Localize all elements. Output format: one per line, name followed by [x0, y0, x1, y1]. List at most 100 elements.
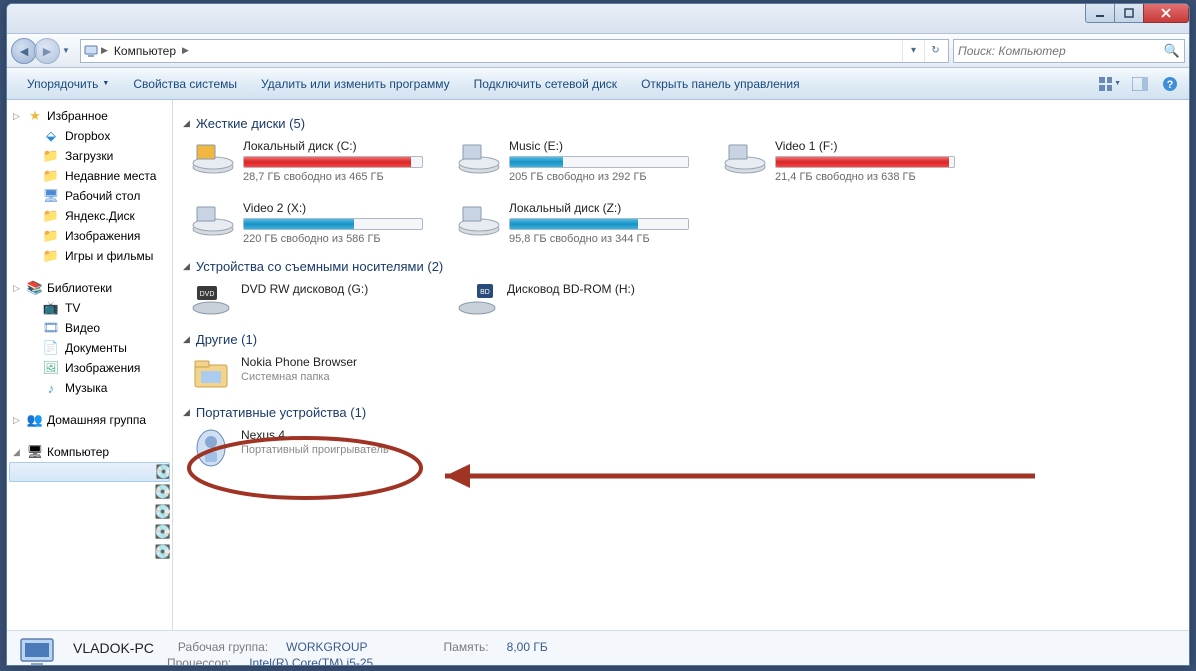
- svg-text:?: ?: [1167, 79, 1174, 91]
- drive-icon: 💽: [44, 464, 170, 480]
- breadcrumb-computer[interactable]: Компьютер: [110, 44, 180, 58]
- drive-item[interactable]: Video 1 (F:) 21,4 ГБ свободно из 638 ГБ: [723, 139, 963, 183]
- drive-free-text: 205 ГБ свободно из 292 ГБ: [509, 171, 697, 183]
- dvd-icon: DVD: [191, 282, 231, 318]
- svg-text:BD: BD: [480, 289, 490, 296]
- sidebar-item-docs[interactable]: 📄Документы: [7, 338, 172, 358]
- sidebar-item-pictures[interactable]: 🖼Изображения: [7, 358, 172, 378]
- folder-icon: 📁: [43, 228, 59, 244]
- bd-icon: BD: [457, 282, 497, 318]
- hdd-icon: [457, 201, 501, 237]
- desktop-icon: 🖥: [43, 188, 59, 204]
- drive-item[interactable]: Video 2 (X:) 220 ГБ свободно из 586 ГБ: [191, 201, 431, 245]
- system-props-button[interactable]: Свойства системы: [121, 77, 249, 91]
- sidebar[interactable]: ▷★Избранное ⬙Dropbox 📁Загрузки 📁Недавние…: [7, 100, 173, 630]
- maximize-button[interactable]: [1114, 3, 1144, 23]
- drive-item[interactable]: Music (E:) 205 ГБ свободно из 292 ГБ: [457, 139, 697, 183]
- drive-icon: 💽: [43, 524, 172, 540]
- drive-name: Локальный диск (C:): [243, 139, 431, 153]
- drive-capacity-bar: [775, 156, 955, 168]
- folder-icon: 📁: [43, 148, 59, 164]
- forward-button[interactable]: ►: [34, 38, 60, 64]
- minimize-button[interactable]: [1085, 3, 1115, 23]
- drive-name: Локальный диск (Z:): [509, 201, 697, 215]
- uninstall-button[interactable]: Удалить или изменить программу: [249, 77, 462, 91]
- control-panel-button[interactable]: Открыть панель управления: [629, 77, 812, 91]
- drive-capacity-bar: [509, 156, 689, 168]
- library-icon: 📚: [27, 280, 43, 296]
- video-icon: 🎞: [43, 320, 59, 336]
- preview-pane-button[interactable]: [1129, 73, 1151, 95]
- sidebar-item-recent[interactable]: 📁Недавние места: [7, 166, 172, 186]
- drive-free-text: 21,4 ГБ свободно из 638 ГБ: [775, 171, 963, 183]
- sidebar-item-games[interactable]: 📁Игры и фильмы: [7, 246, 172, 266]
- sidebar-item-desktop[interactable]: 🖥Рабочий стол: [7, 186, 172, 206]
- sidebar-item-localdisk-z[interactable]: 💽Локальный диск: [7, 542, 172, 562]
- address-dropdown[interactable]: ▾: [902, 40, 924, 62]
- sidebar-item-video2-x[interactable]: 💽Video 2 (X:): [7, 522, 172, 542]
- picture-icon: 🖼: [43, 360, 59, 376]
- folder-icon: [191, 355, 231, 391]
- drive-icon: 💽: [43, 484, 172, 500]
- help-button[interactable]: ?: [1159, 73, 1181, 95]
- toolbar: Упорядочить▼ Свойства системы Удалить ил…: [7, 68, 1189, 100]
- device-nokia-browser[interactable]: Nokia Phone BrowserСистемная папка: [191, 355, 431, 391]
- search-box[interactable]: 🔍: [953, 39, 1185, 63]
- drive-name: Video 2 (X:): [243, 201, 431, 215]
- breadcrumb-sep[interactable]: ▶: [180, 45, 191, 56]
- folder-icon: 📁: [43, 168, 59, 184]
- tv-icon: 📺: [43, 300, 59, 316]
- drive-free-text: 220 ГБ свободно из 586 ГБ: [243, 233, 431, 245]
- device-bd-rom[interactable]: BD Дисковод BD-ROM (H:): [457, 282, 697, 318]
- device-nexus4[interactable]: Nexus 4Портативный проигрыватель: [191, 428, 431, 464]
- hdd-icon: [191, 201, 235, 237]
- sidebar-libraries[interactable]: ▷📚Библиотеки: [7, 278, 172, 298]
- section-hard-disks[interactable]: ◢Жесткие диски (5): [183, 116, 1179, 131]
- drive-capacity-bar: [243, 218, 423, 230]
- homegroup-icon: 👥: [27, 412, 43, 428]
- sidebar-item-music[interactable]: ♪Музыка: [7, 378, 172, 398]
- sidebar-favorites[interactable]: ▷★Избранное: [7, 106, 172, 126]
- sidebar-item-music-e[interactable]: 💽Music (E:): [7, 482, 172, 502]
- history-dropdown[interactable]: ▼: [60, 41, 72, 61]
- titlebar[interactable]: [7, 4, 1189, 34]
- navbar: ◄ ► ▼ ▶ Компьютер ▶ ▾ ↻ 🔍: [7, 34, 1189, 68]
- drive-item[interactable]: Локальный диск (C:) 28,7 ГБ свободно из …: [191, 139, 431, 183]
- sidebar-item-dropbox[interactable]: ⬙Dropbox: [7, 126, 172, 146]
- drive-capacity-bar: [243, 156, 423, 168]
- sidebar-computer[interactable]: ◢🖥Компьютер: [7, 442, 172, 462]
- map-netdrive-button[interactable]: Подключить сетевой диск: [462, 77, 629, 91]
- content-pane[interactable]: ◢Жесткие диски (5) Локальный диск (C:) 2…: [173, 100, 1189, 630]
- address-bar[interactable]: ▶ Компьютер ▶ ▾ ↻: [80, 39, 949, 63]
- drive-icon: 💽: [43, 544, 172, 560]
- refresh-button[interactable]: ↻: [924, 40, 946, 62]
- drive-free-text: 95,8 ГБ свободно из 344 ГБ: [509, 233, 697, 245]
- view-mode-button[interactable]: ▼: [1099, 73, 1121, 95]
- portable-player-icon: [191, 428, 231, 464]
- star-icon: ★: [27, 108, 43, 124]
- sidebar-item-images[interactable]: 📁Изображения: [7, 226, 172, 246]
- sidebar-item-tv[interactable]: 📺TV: [7, 298, 172, 318]
- device-dvd-rw[interactable]: DVD DVD RW дисковод (G:): [191, 282, 431, 318]
- section-other[interactable]: ◢Другие (1): [183, 332, 1179, 347]
- sidebar-item-video1-f[interactable]: 💽Video 1 (F:): [7, 502, 172, 522]
- drive-capacity-bar: [509, 218, 689, 230]
- explorer-window: ◄ ► ▼ ▶ Компьютер ▶ ▾ ↻ 🔍 Упорядочить▼ С…: [6, 3, 1190, 666]
- section-removable[interactable]: ◢Устройства со съемными носителями (2): [183, 259, 1179, 274]
- search-icon[interactable]: 🔍: [1164, 43, 1180, 59]
- section-portable[interactable]: ◢Портативные устройства (1): [183, 405, 1179, 420]
- sidebar-item-localdisk-c[interactable]: 💽Локальный диск: [9, 462, 170, 482]
- computer-icon: [83, 43, 99, 59]
- sidebar-homegroup[interactable]: ▷👥Домашняя группа: [7, 410, 172, 430]
- status-text: VLADOK-PCРабочая группа: WORKGROUPПамять…: [73, 640, 548, 667]
- breadcrumb-sep[interactable]: ▶: [99, 45, 110, 56]
- folder-icon: 📁: [43, 248, 59, 264]
- sidebar-item-video[interactable]: 🎞Видео: [7, 318, 172, 338]
- organize-menu[interactable]: Упорядочить▼: [15, 77, 121, 91]
- close-button[interactable]: [1143, 3, 1189, 23]
- search-input[interactable]: [958, 44, 1164, 58]
- drive-item[interactable]: Локальный диск (Z:) 95,8 ГБ свободно из …: [457, 201, 697, 245]
- hdd-icon: [191, 139, 235, 175]
- sidebar-item-yandex[interactable]: 📁Яндекс.Диск: [7, 206, 172, 226]
- sidebar-item-downloads[interactable]: 📁Загрузки: [7, 146, 172, 166]
